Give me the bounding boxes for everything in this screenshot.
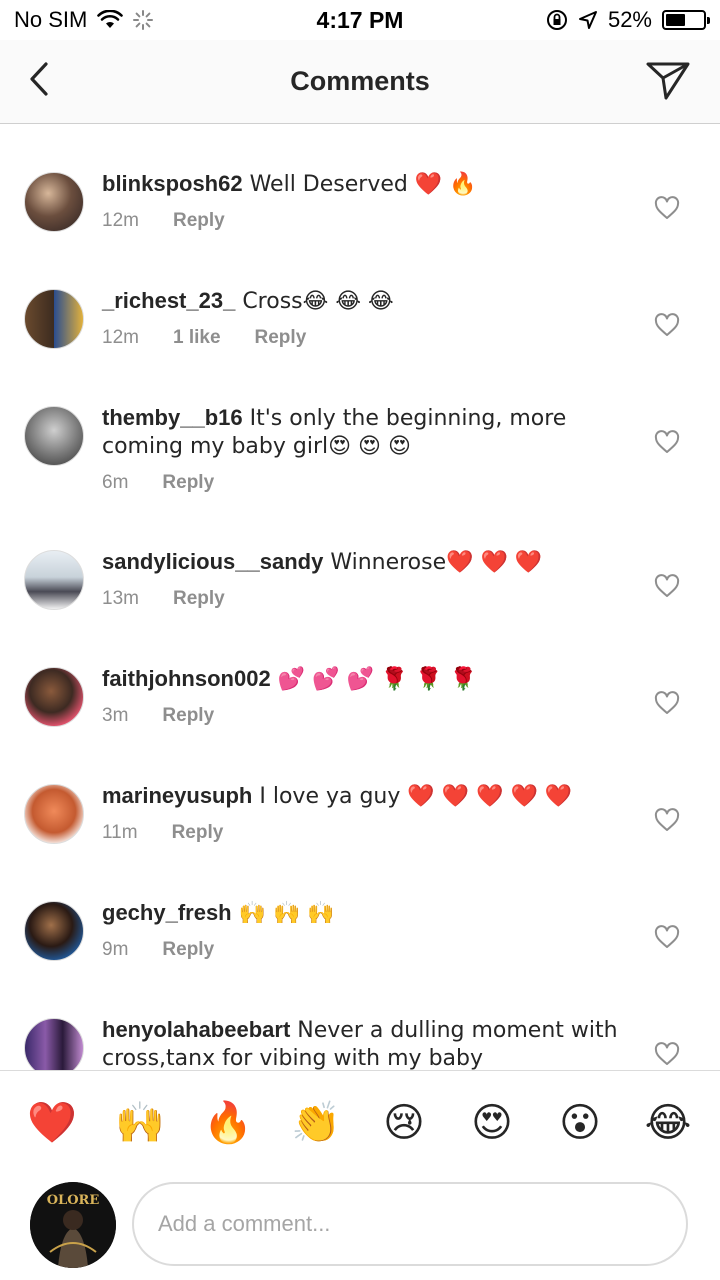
comment-username[interactable]: marineyusuph <box>102 783 252 808</box>
avatar[interactable] <box>24 289 84 349</box>
chevron-left-icon[interactable] <box>22 58 62 102</box>
orientation-lock-icon <box>546 10 567 30</box>
my-avatar-art: OLORE <box>30 1182 116 1268</box>
avatar[interactable] <box>24 667 84 727</box>
comment-input[interactable] <box>132 1182 688 1266</box>
emoji-raised-hands-button[interactable]: 🙌 <box>110 1093 170 1153</box>
comment-body: gechy_fresh 🙌 🙌 🙌 9m Reply <box>102 899 622 961</box>
page-title: Comments <box>290 66 430 96</box>
heart-icon[interactable] <box>654 1042 680 1066</box>
my-avatar-logo-text: OLORE <box>47 1193 100 1208</box>
comment-username[interactable]: _richest_23_ <box>102 288 235 313</box>
location-arrow-icon <box>578 11 597 29</box>
emoji-clap-button[interactable]: 👏 <box>286 1093 346 1153</box>
avatar[interactable] <box>24 172 84 232</box>
comment-username[interactable]: sandylicious__sandy <box>102 549 323 574</box>
avatar[interactable] <box>24 784 84 844</box>
avatar[interactable] <box>24 550 84 610</box>
comment-username[interactable]: themby__b16 <box>102 405 243 430</box>
comment-username[interactable]: henyolahabeebart <box>102 1017 290 1042</box>
battery-level <box>666 14 685 26</box>
my-avatar[interactable]: OLORE <box>30 1182 116 1268</box>
status-time: 4:17 PM <box>316 6 404 33</box>
comment-message: Winnerose❤️ ❤️ ❤️ <box>323 550 543 575</box>
reply-button[interactable]: Reply <box>162 705 214 727</box>
comment-text: henyolahabeebart Never a dulling moment … <box>102 1016 622 1070</box>
status-bar: No SIM 4:17 PM 52% <box>0 0 720 40</box>
emoji-fire-button[interactable]: 🔥 <box>198 1093 258 1153</box>
comment-text: sandylicious__sandy Winnerose❤️ ❤️ ❤️ <box>102 548 622 576</box>
avatar[interactable] <box>24 1018 84 1070</box>
comment-meta: 3m Reply <box>102 705 622 727</box>
comment-text: themby__b16 It's only the beginning, mor… <box>102 404 622 460</box>
emoji-crying-button[interactable]: 😢 <box>374 1093 434 1153</box>
comment-meta: 6m Reply <box>102 472 622 494</box>
comments-list: blinksposh62 Well Deserved ❤️ 🔥 12m Repl… <box>0 124 720 1070</box>
reply-button[interactable]: Reply <box>162 472 214 494</box>
emoji-heart-button[interactable]: ❤️ <box>22 1093 82 1153</box>
comment-body: sandylicious__sandy Winnerose❤️ ❤️ ❤️ 13… <box>102 548 622 610</box>
comment-likes[interactable]: 1 like <box>173 327 221 349</box>
heart-icon[interactable] <box>654 430 680 454</box>
comment-username[interactable]: blinksposh62 <box>102 171 243 196</box>
comment-body: themby__b16 It's only the beginning, mor… <box>102 404 622 494</box>
avatar[interactable] <box>24 901 84 961</box>
comment-time: 9m <box>102 939 129 960</box>
battery-icon <box>662 10 710 30</box>
comment-username[interactable]: gechy_fresh <box>102 900 232 925</box>
comment-text: faithjohnson002 💕 💕 💕 🌹 🌹 🌹 <box>102 665 622 693</box>
heart-icon[interactable] <box>654 196 680 220</box>
comment-input-bar: OLORE <box>0 1174 720 1280</box>
paper-plane-icon[interactable] <box>644 56 692 104</box>
comment-message: 🙌 🙌 🙌 <box>231 901 335 926</box>
comment-text: blinksposh62 Well Deserved ❤️ 🔥 <box>102 170 622 198</box>
comment-meta: 12m Reply <box>102 210 622 232</box>
activity-spinner-icon <box>133 10 154 30</box>
reply-button[interactable]: Reply <box>173 210 225 232</box>
heart-icon[interactable] <box>654 574 680 598</box>
comment-time: 11m <box>102 822 138 843</box>
comment-body: marineyusuph I love ya guy ❤️ ❤️ ❤️ ❤️ ❤… <box>102 782 622 844</box>
comment-time: 13m <box>102 588 139 609</box>
comment-time: 12m <box>102 210 139 231</box>
heart-icon[interactable] <box>654 808 680 832</box>
heart-icon[interactable] <box>654 313 680 337</box>
reply-button[interactable]: Reply <box>172 822 224 844</box>
heart-icon[interactable] <box>654 691 680 715</box>
quick-emoji-bar: ❤️ 🙌 🔥 👏 😢 😍 😮 😂 <box>0 1070 720 1174</box>
emoji-laughing-button[interactable]: 😂 <box>638 1093 698 1153</box>
comment-message: I love ya guy ❤️ ❤️ ❤️ ❤️ ❤️ <box>252 784 573 809</box>
comment-text: gechy_fresh 🙌 🙌 🙌 <box>102 899 622 927</box>
comment-meta: 11m Reply <box>102 822 622 844</box>
comment-text: _richest_23_ Cross😂 😂 😂 <box>102 287 622 315</box>
comment-body: henyolahabeebart Never a dulling moment … <box>102 1016 622 1070</box>
comment-time: 3m <box>102 705 129 726</box>
wifi-icon <box>97 10 124 28</box>
emoji-heart-eyes-button[interactable]: 😍 <box>462 1093 522 1153</box>
comment-meta: 13m Reply <box>102 588 622 610</box>
comment-time: 12m <box>102 327 139 348</box>
emoji-surprised-button[interactable]: 😮 <box>550 1093 610 1153</box>
reply-button[interactable]: Reply <box>162 939 214 961</box>
comment-message: Well Deserved ❤️ 🔥 <box>242 172 477 197</box>
comment-message: Cross😂 😂 😂 <box>235 289 394 314</box>
comment-username[interactable]: faithjohnson002 <box>102 666 271 691</box>
comment-message: 💕 💕 💕 🌹 🌹 🌹 <box>270 667 478 692</box>
comment-time: 6m <box>102 472 129 493</box>
status-right: 52% <box>466 7 710 33</box>
comment-body: faithjohnson002 💕 💕 💕 🌹 🌹 🌹 3m Reply <box>102 665 622 727</box>
comment-body: _richest_23_ Cross😂 😂 😂 12m 1 like Reply <box>102 287 622 349</box>
avatar[interactable] <box>24 406 84 466</box>
battery-percent: 52% <box>607 7 652 32</box>
carrier-label: No SIM <box>14 7 88 32</box>
status-left: No SIM <box>14 7 254 33</box>
comment-text: marineyusuph I love ya guy ❤️ ❤️ ❤️ ❤️ ❤… <box>102 782 622 810</box>
nav-bar: Comments <box>0 40 720 124</box>
comment-body: blinksposh62 Well Deserved ❤️ 🔥 12m Repl… <box>102 170 622 232</box>
comment-meta: 9m Reply <box>102 939 622 961</box>
reply-button[interactable]: Reply <box>173 588 225 610</box>
comment-meta: 12m 1 like Reply <box>102 327 622 349</box>
heart-icon[interactable] <box>654 925 680 949</box>
reply-button[interactable]: Reply <box>255 327 307 349</box>
